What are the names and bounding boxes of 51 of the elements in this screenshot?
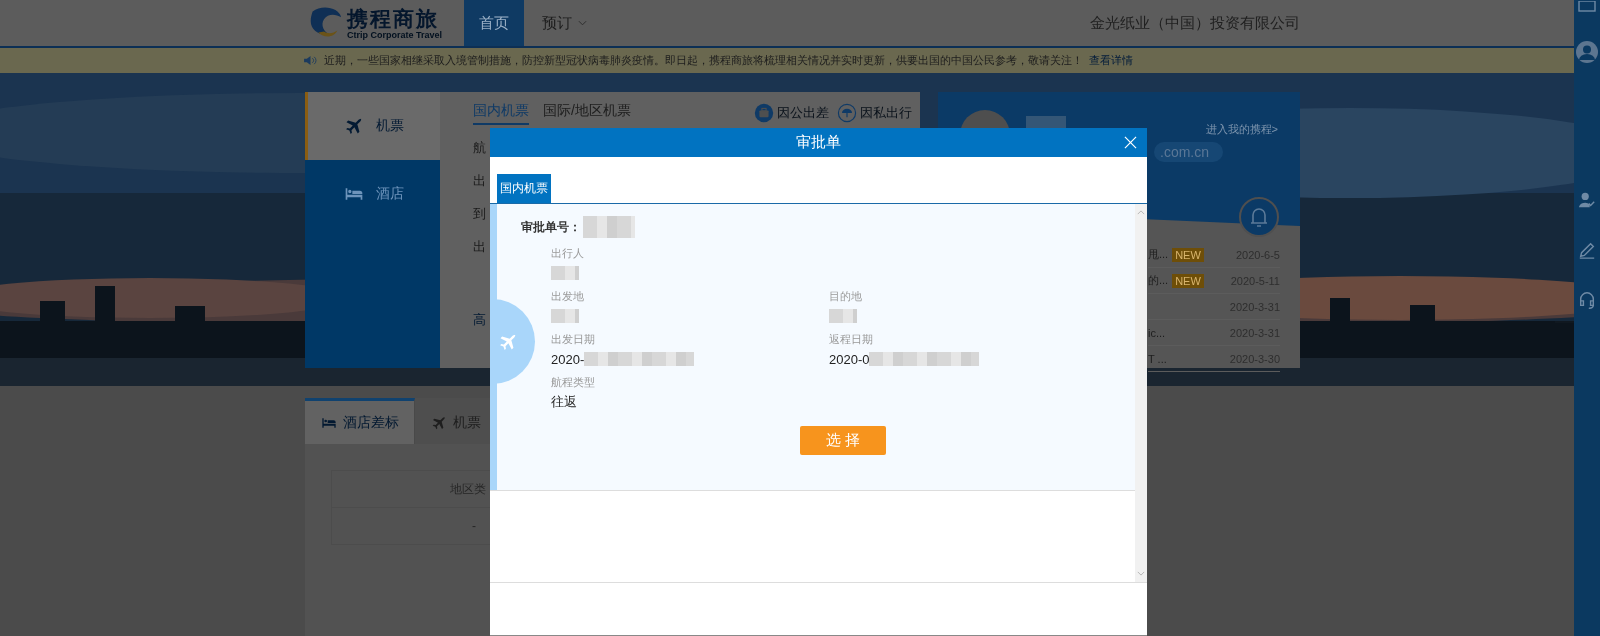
field-label: 到 [473,205,487,223]
email-pill: .com.cn [1154,142,1223,162]
scrollbar[interactable] [1135,204,1147,582]
close-icon[interactable] [1124,136,1137,149]
logo-text: 携程商旅 [347,6,440,30]
field-label: 出发地 [551,289,585,304]
headset-icon[interactable] [1578,291,1596,309]
field-label: 返程日期 [829,332,874,347]
field-value: 2020- [551,351,585,367]
nav-tab[interactable]: 预订 [524,0,605,46]
plane-icon [431,414,447,431]
field-label: 出行人 [551,246,585,261]
field-value: 往返 [551,393,577,411]
logo-tagline: Ctrip Corporate Travel [347,29,443,40]
field-label: 出发日期 [551,332,596,347]
field-value: 2020-0 [829,351,870,367]
dialog-title: 审批单 [796,133,841,152]
new-badge: NEW [1172,273,1204,288]
window-icon[interactable] [1578,1,1596,13]
bell-icon[interactable] [1239,197,1279,237]
pencil-icon[interactable] [1578,241,1596,259]
field-label: 出 [473,238,487,256]
company-name: 金光纸业（中国）投资有限公司 [1090,13,1300,33]
speaker-icon [303,55,318,66]
ticket-tab[interactable]: 国际/地区机票 [543,100,631,125]
avatar-icon[interactable] [1576,41,1598,63]
approval-number-label: 审批单号： [521,218,581,236]
standards-tab[interactable]: 酒店差标 [305,398,415,444]
briefcase-icon [754,102,774,123]
nav-tab[interactable]: 首页 [464,0,524,46]
trip-type-option[interactable]: 因公出差 [754,102,829,123]
blurred-text [583,216,635,238]
new-badge: NEW [1172,247,1204,262]
field-label: 出 [473,172,487,190]
category-tab[interactable]: 机票 [305,92,440,160]
details-link[interactable]: 查看详情 [1089,53,1133,68]
plane-icon [344,116,364,136]
umbrella-icon [837,102,857,123]
scroll-down-icon[interactable] [1137,571,1145,576]
field-label: 目的地 [829,289,863,304]
user-check-icon[interactable] [1578,191,1596,209]
field-label: 航程类型 [551,375,596,390]
select-button[interactable]: 选 择 [800,426,886,455]
table-cell: - [472,519,476,533]
ticket-tab[interactable]: 国内机票 [473,100,529,125]
trip-type-option[interactable]: 因私出行 [837,102,912,123]
field-label: 高 [473,311,487,329]
my-trips-link[interactable]: 进入我的携程> [1205,122,1278,137]
dialog-tab[interactable]: 国内机票 [497,174,551,203]
field-label: 航 [473,139,487,157]
scroll-up-icon[interactable] [1137,210,1145,215]
